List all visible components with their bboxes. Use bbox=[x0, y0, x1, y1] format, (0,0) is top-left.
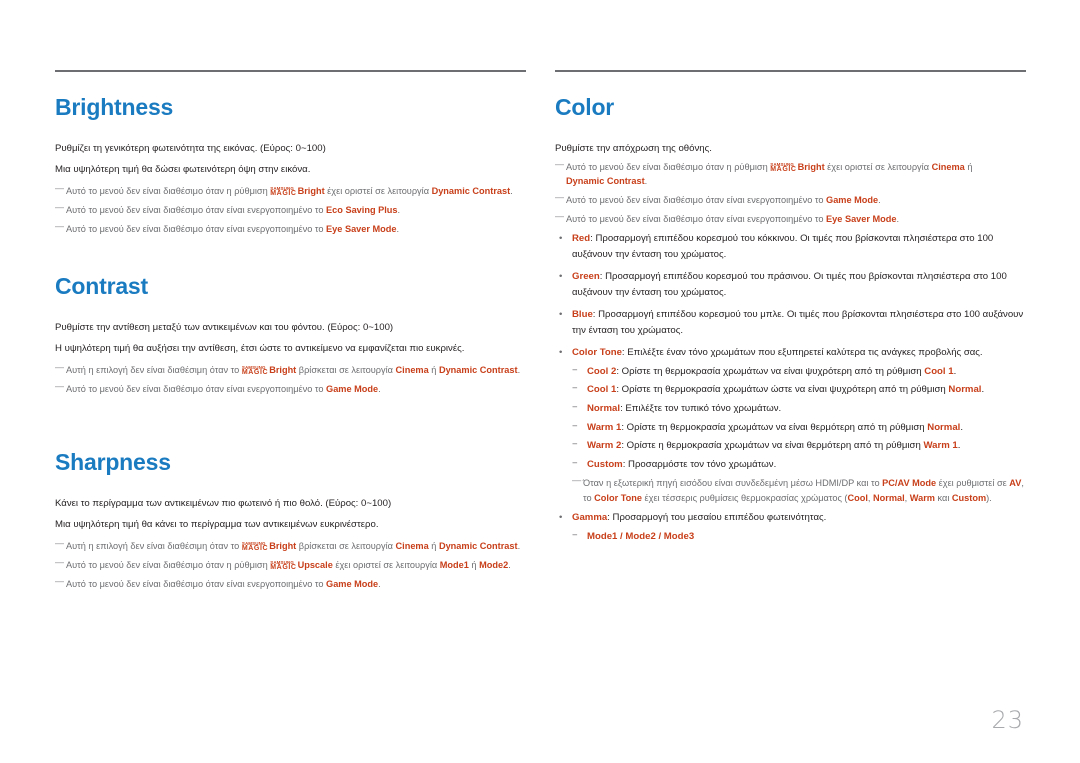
color-description: Ρυθμίστε την απόχρωση της οθόνης. bbox=[555, 143, 712, 154]
note-dash-icon: — bbox=[55, 576, 64, 586]
sharpness-section: Sharpness Κάνει το περίγραμμα των αντικε… bbox=[55, 447, 526, 596]
sharpness-heading: Sharpness bbox=[55, 449, 171, 475]
note-dash-icon: — bbox=[55, 183, 64, 193]
dash-icon: − bbox=[572, 383, 578, 395]
note-dash-icon: — bbox=[555, 159, 564, 169]
sublist-item-custom: − Custom: Προσαρμόστε τον τόνο χρωμάτων. bbox=[572, 456, 1026, 475]
sharpness-description: Κάνει το περίγραμμα των αντικειμένων πιο… bbox=[55, 498, 392, 509]
brightness-note-eye-saver: — Αυτό το μενού δεν είναι διαθέσιμο όταν … bbox=[55, 221, 400, 234]
samsung-magic-logo-icon: SAMSUNG MAGIC bbox=[270, 560, 297, 571]
note-dash-icon: — bbox=[55, 362, 64, 372]
dash-icon: − bbox=[572, 364, 578, 376]
sharpness-note-magic-upscale: — Αυτό το μενού δεν είναι διαθέσιμο όταν … bbox=[55, 557, 511, 571]
brightness-heading: Brightness bbox=[55, 94, 174, 120]
note-dash-icon: — bbox=[55, 538, 64, 548]
contrast-note-magic-bright: — Αυτή η επιλογή δεν είναι διαθέσιμη όταν… bbox=[55, 362, 521, 376]
contrast-description-2: Η υψηλότερη τιμή θα αυξήσει την αντίθεση… bbox=[55, 342, 465, 354]
section-divider bbox=[555, 70, 1026, 72]
contrast-heading: Contrast bbox=[55, 273, 148, 299]
samsung-magic-logo-icon: SAMSUNG MAGIC bbox=[770, 162, 797, 173]
contrast-note-game-mode: — Αυτό το μενού δεν είναι διαθέσιμο όταν … bbox=[55, 381, 381, 394]
color-section: Color Ρυθμίστε την απόχρωση της οθόνης. … bbox=[555, 92, 1026, 552]
color-note-eye-saver: — Αυτό το μενού δεν είναι διαθέσιμο όταν … bbox=[555, 210, 900, 224]
bullet-icon: • bbox=[559, 232, 563, 244]
color-note-game-mode: — Αυτό το μενού δεν είναι διαθέσιμο όταν … bbox=[555, 191, 881, 205]
brightness-section: Brightness Ρυθμίζει τη γενικότερη φωτειν… bbox=[55, 92, 526, 241]
color-heading: Color bbox=[555, 94, 615, 120]
sublist-item-normal: − Normal: Επιλέξτε τον τυπικό τόνο χρωμάτ… bbox=[572, 400, 1026, 419]
gamma-sublist: − Mode1 / Mode2 / Mode3 bbox=[572, 528, 1026, 547]
bullet-icon: • bbox=[559, 346, 563, 358]
contrast-section: Contrast Ρυθμίστε την αντίθεση μεταξύ τω… bbox=[55, 271, 526, 401]
color-note-magic-bright: — Αυτό το μενού δεν είναι διαθέσιμο όταν … bbox=[555, 159, 973, 186]
note-dash-icon: — bbox=[555, 191, 564, 202]
dash-icon: − bbox=[572, 529, 578, 541]
list-item-blue: • Blue: Προσαρμογή επιπέδου κορεσμού του … bbox=[559, 308, 1024, 336]
note-dash-icon: — bbox=[55, 221, 64, 231]
sublist-item-cool1: − Cool 1: Ορίστε τη θερμοκρασία χρωμάτων … bbox=[572, 381, 1026, 400]
dash-icon: − bbox=[572, 458, 578, 470]
bullet-icon: • bbox=[559, 308, 563, 320]
list-item-red: • Red: Προσαρμογή επιπέδου κορεσμού του κ… bbox=[559, 232, 994, 260]
list-item-gamma: • Gamma: Προσαρμογή του μεσαίου επιπέδου … bbox=[555, 510, 1026, 547]
color-options-list: • Red: Προσαρμογή επιπέδου κορεσμού του κ… bbox=[555, 231, 1026, 547]
samsung-magic-logo-icon: SAMSUNG MAGIC bbox=[270, 186, 297, 197]
brightness-note-magic-bright: — Αυτό το μενού δεν είναι διαθέσιμο όταν … bbox=[55, 183, 513, 197]
bullet-icon: • bbox=[559, 511, 563, 523]
right-column: Color Ρυθμίστε την απόχρωση της οθόνης. … bbox=[555, 70, 1026, 542]
samsung-magic-logo-icon: SAMSUNG MAGIC bbox=[241, 365, 269, 376]
sharpness-note-game-mode: — Αυτό το μενού δεν είναι διαθέσιμο όταν … bbox=[55, 576, 381, 589]
sharpness-description-2: Μια υψηλότερη τιμή θα κάνει το περίγραμμ… bbox=[55, 518, 379, 530]
dash-icon: − bbox=[572, 401, 578, 413]
left-column: Brightness Ρυθμίζει τη γενικότερη φωτειν… bbox=[55, 70, 526, 589]
sublist-item-warm1: − Warm 1: Ορίστε τη θερμοκρασία χρωμάτων … bbox=[572, 419, 1026, 438]
note-dash-icon: — bbox=[55, 202, 64, 212]
bullet-icon: • bbox=[559, 270, 563, 282]
contrast-description: Ρυθμίστε την αντίθεση μεταξύ των αντικει… bbox=[55, 322, 394, 333]
sharpness-note-magic-bright: — Αυτή η επιλογή δεν είναι διαθέσιμη όταν… bbox=[55, 538, 521, 552]
sublist-item-cool2: − Cool 2: Ορίστε τη θερμοκρασία χρωμάτων … bbox=[572, 363, 1026, 382]
section-divider bbox=[55, 70, 526, 72]
samsung-magic-logo-icon: SAMSUNG MAGIC bbox=[241, 541, 269, 552]
dash-icon: − bbox=[572, 439, 578, 451]
sublist-item-warm2: − Warm 2: Ορίστε η θερμοκρασία χρωμάτων ν… bbox=[572, 437, 1026, 456]
note-dash-icon: — bbox=[572, 474, 582, 485]
dash-icon: − bbox=[572, 420, 578, 432]
brightness-description: Ρυθμίζει τη γενικότερη φωτεινότητα της ε… bbox=[55, 143, 326, 154]
page-number: 23 bbox=[991, 706, 1024, 734]
list-item-color-tone: • Color Tone: Επιλέξτε έναν τόνο χρωμάτων… bbox=[555, 345, 1026, 506]
note-dash-icon: — bbox=[55, 381, 64, 391]
list-item-green: • Green: Προσαρμογή επιπέδου κορεσμού του… bbox=[559, 270, 1007, 298]
sublist-item-gamma-modes: − Mode1 / Mode2 / Mode3 bbox=[572, 528, 1026, 547]
brightness-description-2: Μια υψηλότερη τιμή θα δώσει φωτεινότερη … bbox=[55, 163, 311, 175]
note-dash-icon: — bbox=[555, 210, 564, 221]
color-tone-note: — Όταν η εξωτερική πηγή εισόδου είναι συν… bbox=[572, 474, 1024, 503]
note-dash-icon: — bbox=[55, 557, 64, 567]
brightness-note-eco-saving: — Αυτό το μενού δεν είναι διαθέσιμο όταν … bbox=[55, 202, 401, 215]
color-tone-sublist: − Cool 2: Ορίστε τη θερμοκρασία χρωμάτων … bbox=[572, 363, 1026, 475]
